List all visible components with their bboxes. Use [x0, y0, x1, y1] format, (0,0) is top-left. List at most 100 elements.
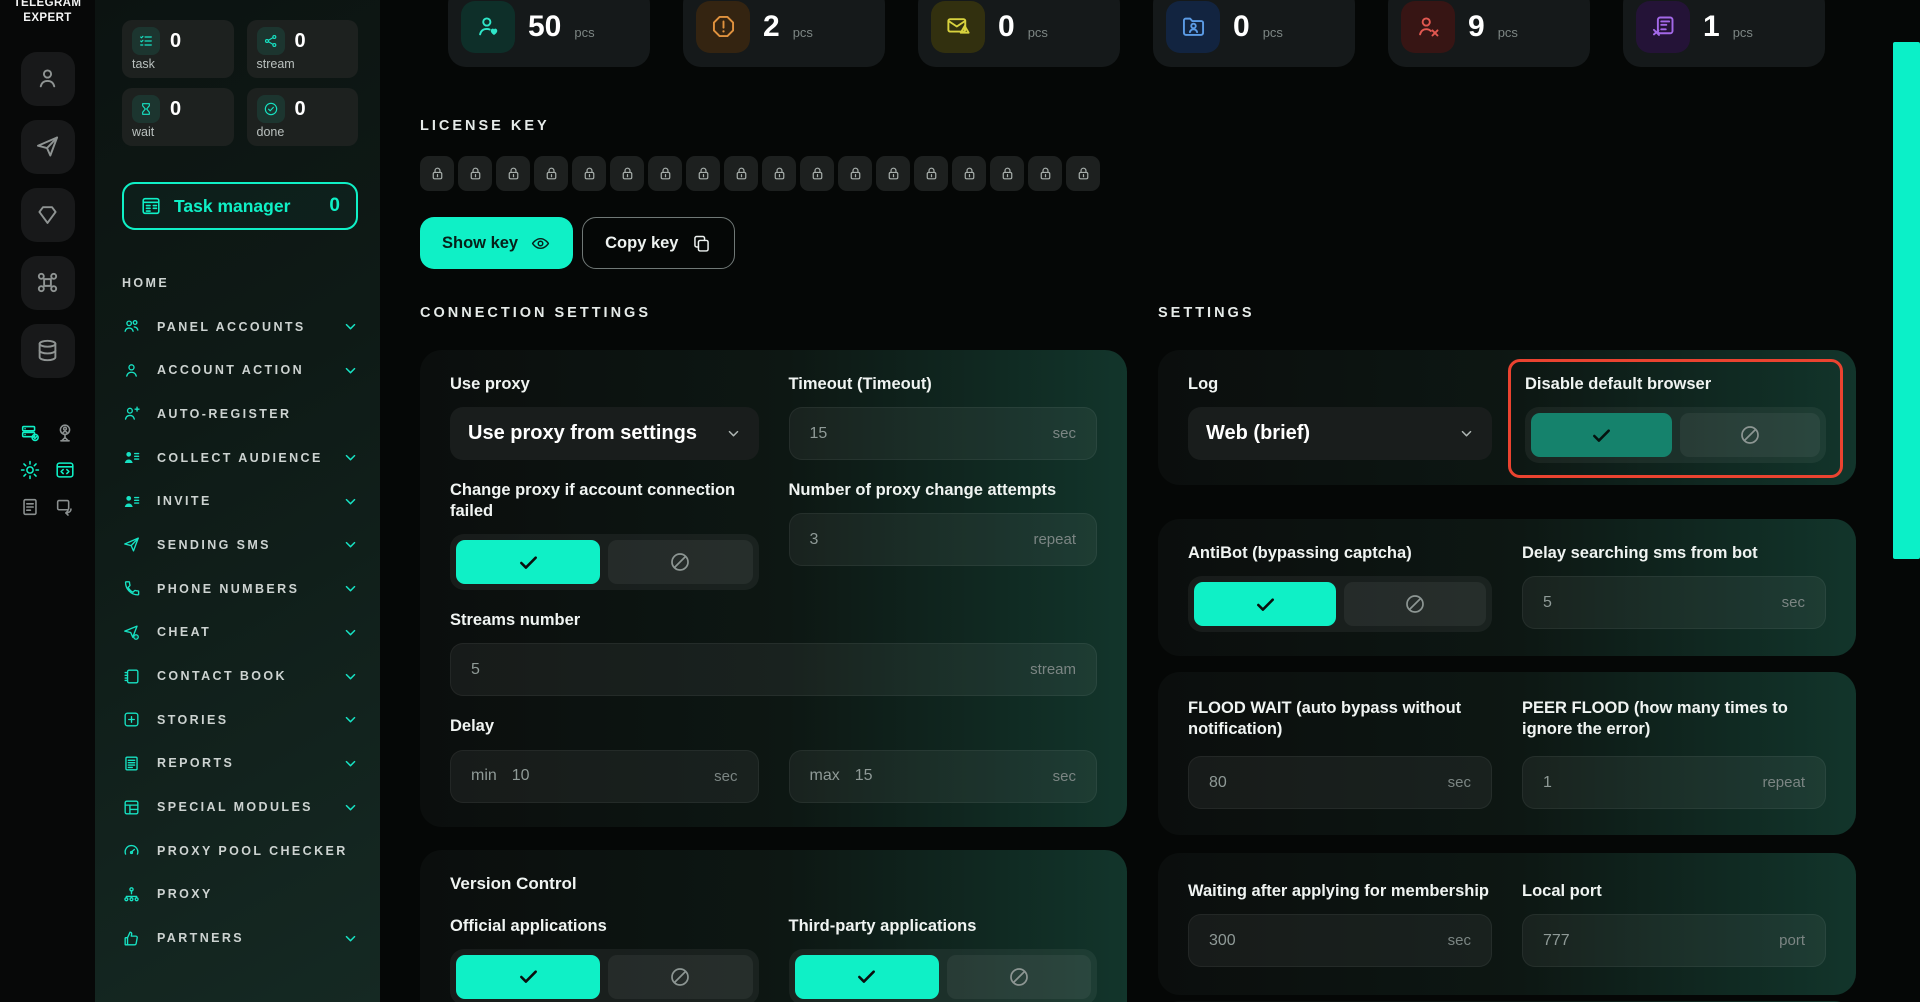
no-icon: [1738, 423, 1762, 447]
lock-icon: [610, 156, 644, 191]
toggle-yes-button[interactable]: [456, 540, 601, 585]
sidebar-item-auto-register[interactable]: AUTO-REGISTER: [122, 392, 358, 436]
rail-database-button[interactable]: [20, 323, 75, 378]
sidebar-item-collect-audience[interactable]: COLLECT AUDIENCE: [122, 436, 358, 480]
rail-mini-icons: [18, 422, 77, 518]
sidebar-item-contact-book[interactable]: CONTACT BOOK: [122, 654, 358, 698]
sidebar-item-partners[interactable]: PARTNERS: [122, 916, 358, 960]
lock-icon: [458, 156, 492, 191]
sidebar-item-special-modules[interactable]: SPECIAL MODULES: [122, 785, 358, 829]
stat-card-value: 0: [1233, 9, 1250, 43]
sidebar-menu: HOME PANEL ACCOUNTS ACCOUNT ACTION AUTO-REG…: [122, 261, 358, 960]
sidebar-item-invite[interactable]: INVITE: [122, 479, 358, 523]
disable-browser-toggle: [1525, 407, 1826, 464]
connection-settings-card: Use proxy Use proxy from settings Timeou…: [420, 350, 1127, 827]
use-proxy-select[interactable]: Use proxy from settings: [450, 407, 759, 461]
flood-wait-input[interactable]: 80 sec: [1188, 756, 1492, 810]
window-undo-icon[interactable]: [53, 496, 77, 518]
doc-icon[interactable]: [18, 496, 42, 518]
code-window-icon[interactable]: [53, 459, 77, 481]
sidebar-item-label: AUTO-REGISTER: [157, 406, 292, 421]
sidebar-item-sending-sms[interactable]: SENDING SMS: [122, 523, 358, 567]
lock-icon: [420, 156, 454, 191]
check-circle-icon: [256, 95, 285, 123]
user-x-icon: [1401, 0, 1455, 53]
stat-card: 50 pcs: [448, 0, 650, 67]
license-title: LICENSE KEY: [420, 118, 550, 134]
scrollbar-thumb[interactable]: [1893, 42, 1920, 559]
gear-icon[interactable]: [18, 459, 42, 481]
sidebar-item-cheat[interactable]: CHEAT: [122, 611, 358, 655]
proxy-attempts-label: Number of proxy change attempts: [788, 481, 1057, 500]
toggle-no-button[interactable]: [946, 954, 1091, 999]
sidebar-item-home[interactable]: HOME: [122, 261, 358, 305]
toggle-no-button[interactable]: [1679, 413, 1820, 458]
stat-label: task: [132, 57, 155, 71]
server-check-icon[interactable]: [18, 422, 42, 444]
timeout-field: Timeout (Timeout) 15 sec: [788, 374, 1097, 461]
streams-input[interactable]: 5 stream: [450, 643, 1097, 697]
peer-flood-field: PEER FLOOD (how many times to ignore the…: [1522, 698, 1826, 810]
copy-key-button[interactable]: Copy key: [582, 217, 735, 269]
show-key-button[interactable]: Show key: [420, 217, 574, 269]
change-proxy-field: Change proxy if account connection faile…: [450, 480, 759, 591]
rail-command-button[interactable]: [20, 255, 75, 310]
toggle-no-button[interactable]: [608, 954, 753, 999]
membership-card: Waiting after applying for membership 30…: [1158, 853, 1856, 996]
stat-card-unit: pcs: [1732, 25, 1753, 40]
local-port-field: Local port 777 port: [1522, 881, 1826, 968]
license-key-masked: [420, 156, 1100, 191]
stats-row: 50 pcs 2 pcs 0 pcs 0 pcs 9 pcs 1 pcs: [448, 0, 1825, 67]
task-manager-button[interactable]: Task manager 0: [122, 182, 358, 230]
sidebar-item-account-action[interactable]: ACCOUNT ACTION: [122, 348, 358, 392]
chevron-down-icon: [343, 625, 358, 640]
stat-label: done: [256, 125, 285, 139]
modules-icon: [122, 798, 144, 817]
toggle-no-button[interactable]: [1344, 582, 1486, 627]
delay-min-input[interactable]: min 10 sec: [450, 749, 759, 803]
peer-flood-input[interactable]: 1 repeat: [1522, 756, 1826, 810]
rail-user-button[interactable]: [20, 51, 75, 106]
stat-value: 0: [294, 97, 306, 120]
antibot-label: AntiBot (bypassing captcha): [1188, 544, 1412, 563]
use-proxy-field: Use proxy Use proxy from settings: [450, 374, 759, 461]
proxy-attempts-input[interactable]: 3 repeat: [788, 513, 1097, 567]
thirdparty-apps-label: Third-party applications: [788, 916, 977, 935]
sidebar-stat-stream: 0 stream: [246, 20, 358, 78]
chevron-down-icon: [343, 800, 358, 815]
no-icon: [668, 965, 692, 989]
task-manager-badge: 0: [329, 195, 340, 216]
lock-icon: [1066, 156, 1100, 191]
sidebar-item-stories[interactable]: STORIES: [122, 698, 358, 742]
sidebar-item-proxy-pool-checker[interactable]: PROXY POOL CHECKER: [122, 829, 358, 873]
log-field: Log Web (brief): [1188, 374, 1492, 461]
sidebar-item-label: COLLECT AUDIENCE: [157, 450, 323, 465]
lock-icon: [496, 156, 530, 191]
check-icon: [517, 551, 540, 574]
membership-field: Waiting after applying for membership 30…: [1188, 881, 1492, 968]
toggle-yes-button[interactable]: [1531, 413, 1672, 458]
delay-sms-label: Delay searching sms from bot: [1522, 544, 1758, 563]
delay-max-input[interactable]: max 15 sec: [788, 749, 1097, 803]
rail-send-button[interactable]: [20, 119, 75, 174]
log-browser-card: Log Web (brief) Disable default browser: [1158, 350, 1856, 486]
timeout-input[interactable]: 15 sec: [788, 407, 1097, 461]
sidebar-item-phone-numbers[interactable]: PHONE NUMBERS: [122, 567, 358, 611]
check-icon: [1254, 593, 1277, 616]
sidebar-item-reports[interactable]: REPORTS: [122, 742, 358, 786]
rail-diamond-button[interactable]: [20, 187, 75, 242]
delay-sms-input[interactable]: 5 sec: [1522, 576, 1826, 630]
sidebar-item-label: PHONE NUMBERS: [157, 581, 300, 596]
user-cam-icon[interactable]: [53, 422, 77, 444]
toggle-yes-button[interactable]: [456, 954, 601, 999]
membership-input[interactable]: 300 sec: [1188, 914, 1492, 968]
toggle-yes-button[interactable]: [794, 954, 939, 999]
local-port-input[interactable]: 777 port: [1522, 914, 1826, 968]
lock-icon: [952, 156, 986, 191]
stat-card-value: 9: [1468, 9, 1485, 43]
sidebar-item-proxy[interactable]: PROXY: [122, 873, 358, 917]
toggle-yes-button[interactable]: [1194, 582, 1336, 627]
toggle-no-button[interactable]: [608, 540, 753, 585]
sidebar-item-panel-accounts[interactable]: PANEL ACCOUNTS: [122, 305, 358, 349]
log-select[interactable]: Web (brief): [1188, 407, 1492, 461]
